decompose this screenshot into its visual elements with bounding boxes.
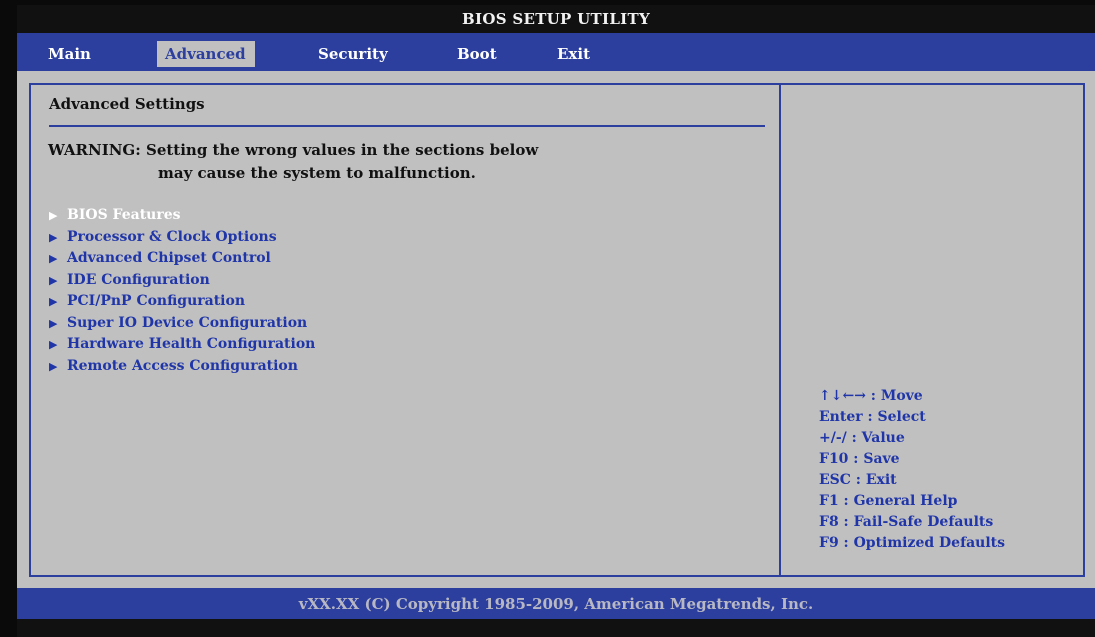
- tab-exit[interactable]: Exit: [549, 41, 609, 67]
- help-key-line: F8 : Fail-Safe Defaults: [819, 514, 994, 530]
- submenu-arrow-icon: ▶: [49, 359, 58, 373]
- submenu-item[interactable]: ▶ Super IO Device Configuration: [49, 313, 315, 335]
- panel-divider: [779, 83, 781, 577]
- submenu-arrow-icon: ▶: [49, 209, 58, 222]
- submenu-arrow-icon: ▶: [49, 252, 58, 265]
- help-panel: ↑↓←→ : Move Enter : Select +/-/ : Value F10…: [819, 386, 1005, 554]
- tab-main[interactable]: Main: [40, 41, 110, 67]
- submenu-arrow-icon: ▶: [49, 230, 58, 244]
- submenu-arrow-icon: ▶: [49, 295, 58, 308]
- title-bar: BIOS SETUP UTILITY: [17, 5, 1095, 33]
- section-title: Advanced Settings: [49, 95, 205, 113]
- submenu-item-label: PCI/PnP Configuration: [67, 293, 245, 309]
- submenu-item-label: Hardware Health Configuration: [67, 336, 316, 352]
- submenu-item[interactable]: ▶ Remote Access Configuration: [49, 356, 315, 378]
- warning-line-2: may cause the system to malfunction.: [158, 164, 476, 182]
- submenu-item[interactable]: ▶ Hardware Health Configuration: [49, 334, 315, 356]
- tab-security[interactable]: Security: [310, 41, 400, 67]
- submenu-item[interactable]: ▶ Processor & Clock Options: [49, 227, 315, 249]
- app-title: BIOS SETUP UTILITY: [462, 10, 650, 28]
- menu-bar: Main Advanced Security Boot Exit: [17, 33, 1095, 71]
- help-key-line: ↑↓←→ : Move: [819, 388, 923, 404]
- submenu-item[interactable]: ▶ BIOS Features: [49, 205, 315, 227]
- help-key-line: F10 : Save: [819, 451, 900, 467]
- bottom-strip: [17, 619, 1095, 637]
- submenu-item-label: Processor & Clock Options: [67, 228, 277, 245]
- submenu-item[interactable]: ▶ PCI/PnP Configuration: [49, 291, 315, 313]
- submenu-item[interactable]: ▶ IDE Configuration: [49, 270, 315, 292]
- footer-bar: vXX.XX (C) Copyright 1985-2009, American…: [17, 588, 1095, 619]
- tab-advanced[interactable]: Advanced: [157, 41, 255, 67]
- submenu-arrow-icon: ▶: [49, 316, 58, 330]
- bios-screen: BIOS SETUP UTILITY Main Advanced Securit…: [17, 5, 1095, 637]
- submenu-item-label: Remote Access Configuration: [67, 357, 298, 374]
- submenu-list: ▶ BIOS Features ▶ Processor & Clock Options…: [49, 205, 315, 377]
- heading-rule: [49, 125, 765, 127]
- warning-line-1: WARNING: Setting the wrong values in the…: [48, 141, 539, 159]
- copyright-text: vXX.XX (C) Copyright 1985-2009, American…: [298, 594, 814, 613]
- submenu-item-label: Super IO Device Configuration: [67, 314, 308, 331]
- help-key-line: +/-/ : Value: [819, 430, 905, 446]
- submenu-item-label: Advanced Chipset Control: [67, 250, 271, 266]
- tab-boot[interactable]: Boot: [449, 41, 509, 67]
- submenu-item-label: IDE Configuration: [67, 271, 210, 288]
- help-key-line: ESC : Exit: [819, 472, 897, 488]
- help-key-line: F1 : General Help: [819, 493, 958, 509]
- submenu-arrow-icon: ▶: [49, 273, 58, 287]
- help-key-line: F9 : Optimized Defaults: [819, 535, 1006, 551]
- help-key-line: Enter : Select: [819, 409, 926, 425]
- submenu-item-label: BIOS Features: [67, 207, 181, 223]
- submenu-arrow-icon: ▶: [49, 338, 58, 351]
- submenu-item[interactable]: ▶ Advanced Chipset Control: [49, 248, 315, 270]
